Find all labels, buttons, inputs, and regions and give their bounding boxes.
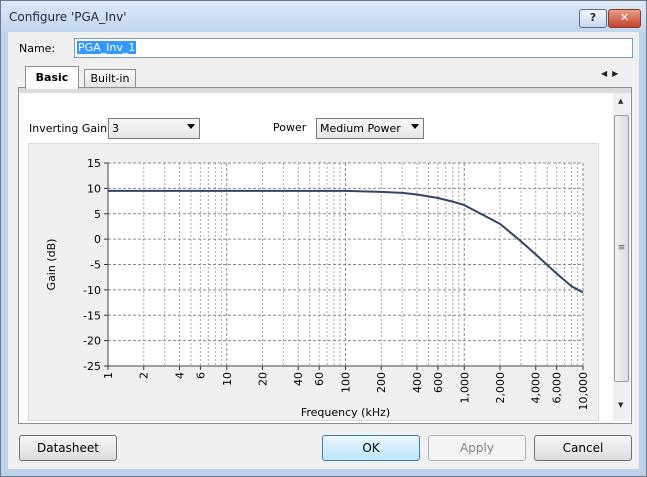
tab-scroll-arrows: ◀▶ [601, 69, 623, 78]
y-tick-label: 15 [87, 157, 101, 170]
x-axis-label: Frequency (kHz) [301, 406, 390, 419]
x-tick-label: 400 [411, 372, 424, 393]
x-tick-label: 60 [313, 372, 326, 386]
tab-scroll-left-icon[interactable]: ◀ [601, 69, 612, 78]
x-tick-label: 1 [102, 372, 115, 379]
scroll-thumb[interactable]: ≡ [614, 115, 629, 382]
vertical-scrollbar[interactable]: ▲ ≡ ▼ [613, 93, 630, 421]
x-tick-label: 40 [292, 372, 305, 386]
x-tick-label: 600 [432, 372, 445, 393]
y-tick-label: -20 [83, 335, 101, 348]
dialog-body: Name: PGA_Inv_1 Basic Built-in ◀▶ Invert… [8, 32, 639, 469]
x-tick-label: 10 [221, 372, 234, 386]
y-tick-label: -15 [83, 309, 101, 322]
inverting-gain-value: 3 [112, 122, 119, 135]
y-tick-label: 0 [94, 233, 101, 246]
cancel-button[interactable]: Cancel [534, 435, 632, 461]
tab-built-in[interactable]: Built-in [84, 69, 136, 88]
apply-button[interactable]: Apply [428, 435, 526, 461]
inverting-gain-label: Inverting Gain [29, 122, 108, 135]
y-axis-label: Gain (dB) [45, 239, 58, 291]
panel-top-strip [19, 88, 631, 93]
scroll-down-icon[interactable]: ▼ [618, 401, 623, 409]
title-bar[interactable]: Configure 'PGA_Inv' ? ✕ [1, 1, 646, 32]
y-tick-label: -25 [83, 360, 101, 373]
tab-scroll-right-icon[interactable]: ▶ [612, 69, 623, 78]
scroll-up-icon[interactable]: ▲ [618, 97, 623, 105]
datasheet-button[interactable]: Datasheet [19, 435, 117, 461]
y-tick-label: -5 [90, 259, 101, 272]
inverting-gain-select[interactable]: 3 [108, 118, 200, 139]
basic-tab-panel: Inverting Gain 3 Power Medium Power 15 10… [18, 87, 632, 424]
name-value: PGA_Inv_1 [77, 41, 137, 54]
name-field[interactable]: PGA_Inv_1 [74, 38, 633, 58]
chevron-down-icon [411, 124, 419, 129]
help-button[interactable]: ? [579, 9, 607, 28]
x-tick-label: 1,000 [458, 372, 471, 404]
x-tick-label: 6,000 [551, 372, 564, 404]
tab-basic[interactable]: Basic [25, 66, 79, 89]
ok-button[interactable]: OK [322, 435, 420, 461]
chart-svg: 15 10 5 0 -5 -10 -15 -20 -251 2 4 6 10 20 40 60 100 200 40… [45, 157, 590, 419]
configure-dialog: Configure 'PGA_Inv' ? ✕ Name: PGA_Inv_1 … [0, 0, 647, 477]
x-tick-label: 100 [340, 372, 353, 393]
x-tick-label: 200 [375, 372, 388, 393]
gain-frequency-chart: 15 10 5 0 -5 -10 -15 -20 -25 1 2 4 6 10 20 40 60 100 200 40… [28, 143, 599, 421]
x-tick-label: 2 [138, 372, 151, 379]
x-tick-label: 6 [194, 372, 207, 379]
y-tick-label: 10 [87, 182, 101, 195]
x-tick-label: 4 [173, 372, 186, 379]
name-label: Name: [19, 42, 56, 55]
x-tick-label: 20 [256, 372, 269, 386]
power-value: Medium Power [320, 122, 401, 135]
chevron-down-icon [187, 124, 195, 129]
power-label: Power [273, 121, 307, 134]
x-tick-label: 2,000 [494, 372, 507, 404]
window-title: Configure 'PGA_Inv' [9, 10, 127, 24]
power-select[interactable]: Medium Power [316, 118, 424, 139]
x-tick-label: 4,000 [530, 372, 543, 404]
close-button[interactable]: ✕ [608, 9, 641, 28]
y-tick-label: 5 [94, 208, 101, 221]
y-tick-label: -10 [83, 284, 101, 297]
x-tick-label: 10,000 [577, 372, 590, 411]
